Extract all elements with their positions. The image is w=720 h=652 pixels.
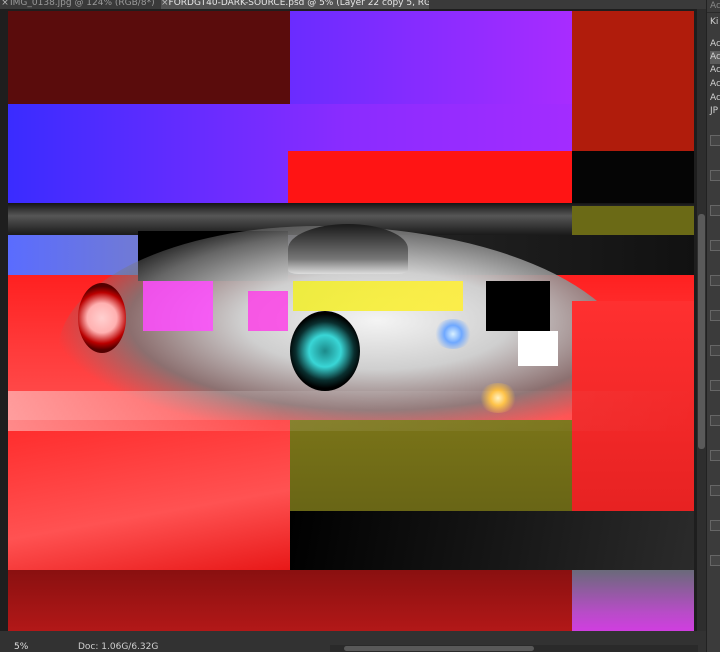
divider — [707, 12, 720, 13]
black-block-right — [572, 151, 694, 206]
black-road-edge — [290, 511, 694, 571]
toggle-checkbox[interactable] — [710, 380, 720, 391]
horizontal-scrollbar[interactable] — [330, 645, 698, 652]
vertical-scroll-thumb[interactable] — [698, 214, 705, 449]
close-icon[interactable]: × — [0, 0, 10, 8]
close-icon[interactable]: × — [161, 0, 169, 8]
vertical-scrollbar[interactable] — [697, 9, 706, 631]
toggle-checkbox[interactable] — [710, 310, 720, 321]
car-windshield — [288, 224, 408, 274]
dark-red-bottom — [8, 570, 572, 631]
dark-red-block — [8, 11, 290, 104]
horizontal-scroll-thumb[interactable] — [344, 646, 534, 651]
status-bar: 5% Doc: 1.06G/6.32G — [0, 631, 706, 652]
tab-fordgt40-source[interactable]: × FORDGT40-DARK-SOURCE.psd @ 5% (Layer 2… — [161, 0, 429, 9]
toggle-checkbox[interactable] — [710, 555, 720, 566]
toggle-checkbox[interactable] — [710, 170, 720, 181]
toggle-checkbox[interactable] — [710, 275, 720, 286]
toggle-checkbox[interactable] — [710, 135, 720, 146]
yellow-stripe — [293, 281, 463, 311]
front-wheel — [290, 311, 360, 391]
toggle-checkbox[interactable] — [710, 450, 720, 461]
toggle-checkbox[interactable] — [710, 240, 720, 251]
rear-wheel — [78, 283, 126, 353]
action-item[interactable]: Ac — [710, 92, 720, 105]
headlight — [433, 319, 473, 349]
action-item[interactable]: Ac — [710, 38, 720, 51]
action-item[interactable]: JP — [710, 105, 720, 118]
doc-size-info[interactable]: Doc: 1.06G/6.32G — [78, 643, 158, 652]
red-field-lower — [8, 420, 290, 570]
toggle-checkbox[interactable] — [710, 520, 720, 531]
magenta-patch — [143, 281, 213, 331]
action-item-selected[interactable]: Ac — [710, 51, 720, 64]
red-band — [288, 151, 572, 211]
toggle-checkbox[interactable] — [710, 485, 720, 496]
black-checker — [486, 281, 550, 331]
actions-panel: Act Ki Ac Ac Ac Ac Ac JP — [706, 0, 720, 652]
grey-bottom — [572, 570, 694, 631]
toggle-checkbox[interactable] — [710, 345, 720, 356]
action-item[interactable]: Ac — [710, 64, 720, 77]
tab-label: FORDGT40-DARK-SOURCE.psd @ 5% (Layer 22 … — [168, 0, 429, 8]
action-item[interactable]: Ac — [710, 78, 720, 91]
zoom-level[interactable]: 5% — [14, 643, 48, 652]
red-block-top-right — [572, 11, 694, 151]
magenta-patch-small — [248, 291, 288, 331]
tab-label: IMG_0138.jpg @ 124% (RGB/8*) — [10, 0, 155, 8]
toggle-checkbox[interactable] — [710, 415, 720, 426]
document-tab-bar: × IMG_0138.jpg @ 124% (RGB/8*) × FORDGT4… — [0, 0, 706, 9]
violet-block — [290, 11, 572, 104]
toggle-checkbox[interactable] — [710, 205, 720, 216]
white-checker — [518, 331, 558, 366]
road-reflection — [8, 391, 694, 431]
document-canvas[interactable] — [0, 9, 697, 631]
tab-img-0138[interactable]: × IMG_0138.jpg @ 124% (RGB/8*) — [0, 0, 158, 9]
action-item[interactable]: Ki — [710, 16, 720, 29]
artwork-image[interactable] — [8, 11, 694, 631]
